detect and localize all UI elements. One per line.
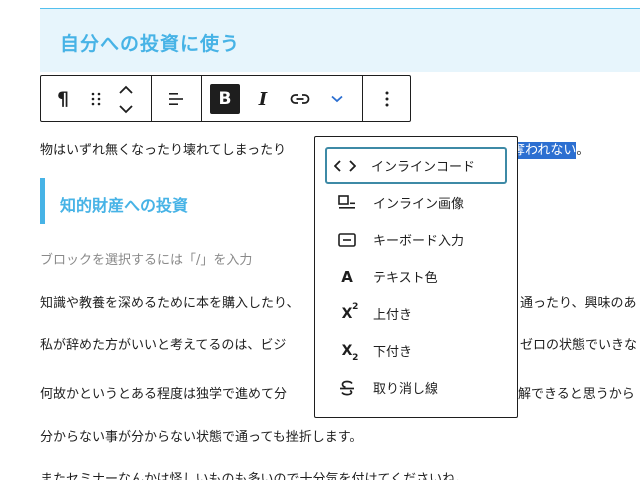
subscript-glyph: X <box>341 342 353 359</box>
block-toolbar: ¶ B I <box>40 75 411 122</box>
italic-label: I <box>258 88 268 110</box>
toolbar-separator <box>201 76 202 121</box>
menu-item-superscript[interactable]: X2 上付き <box>327 295 507 332</box>
superscript-glyph: X <box>341 305 353 322</box>
paragraph-text: 知識や教養を深めるために本を購入したり、 <box>40 296 300 311</box>
paragraph-text-continued: ゼロの状態でいきな <box>520 338 638 353</box>
paragraph-block[interactable]: 物はいずれ無くなったり壊れてしまったり <box>40 139 286 158</box>
paragraph-block[interactable]: 何故かというとある程度は独学で進めて分 解できると思うから <box>40 383 635 402</box>
paragraph-block[interactable]: 私が辞めた方がいいと考えてるのは、ビジ ゼロの状態でいきな <box>40 334 637 353</box>
paragraph-block[interactable]: 分からない事が分からない状態で通っても挫折します。 <box>40 426 362 445</box>
paragraph-block[interactable]: 知識や教養を深めるために本を購入したり、 通ったり、興味のあ <box>40 292 636 311</box>
more-formats-dropdown: インラインコード インライン画像 キーボード入力 A テキスト色 X2 上付き … <box>314 136 518 418</box>
text-color-icon: A <box>335 265 359 289</box>
link-icon[interactable] <box>285 84 315 114</box>
heading2-block[interactable]: 自分への投資に使う <box>40 8 640 72</box>
menu-item-label: 下付き <box>373 345 413 360</box>
more-formats-chevron-down-icon[interactable] <box>323 84 351 114</box>
menu-item-label: インラインコード <box>371 160 476 175</box>
toolbar-separator <box>151 76 152 121</box>
bold-label: B <box>218 89 232 109</box>
paragraph-text: 物はいずれ無くなったり壊れてしまったり <box>40 143 287 158</box>
paragraph-text-continued: 通ったり、興味のあ <box>520 296 637 311</box>
paragraph-selected-tail[interactable]: 奪われない。 <box>512 139 590 159</box>
move-down-icon[interactable] <box>115 100 137 118</box>
paragraph-text-continued: 解できると思うから <box>518 387 635 402</box>
text-color-glyph: A <box>341 267 353 286</box>
drag-handle-icon[interactable] <box>85 86 107 112</box>
menu-item-label: 上付き <box>373 308 413 323</box>
toolbar-separator <box>362 76 363 121</box>
paragraph-punctuation: 。 <box>576 143 590 158</box>
paragraph-glyph: ¶ <box>56 88 70 110</box>
selected-text[interactable]: 奪われない <box>512 142 577 159</box>
paragraph-text: 私が辞めた方がいいと考えてるのは、ビジ <box>40 338 287 353</box>
options-vertical-dots-icon[interactable] <box>373 84 401 114</box>
menu-item-subscript[interactable]: X2 下付き <box>327 332 507 369</box>
inline-image-icon <box>335 191 359 215</box>
heading3-text[interactable]: 知的財産への投資 <box>60 192 188 216</box>
paragraph-text: 分からない事が分からない状態で通っても挫折します。 <box>40 430 363 445</box>
menu-item-text-color[interactable]: A テキスト色 <box>327 258 507 295</box>
menu-item-label: テキスト色 <box>373 271 438 286</box>
menu-item-strikethrough[interactable]: 取り消し線 <box>327 369 507 406</box>
menu-item-label: 取り消し線 <box>373 382 439 397</box>
menu-item-inline-image[interactable]: インライン画像 <box>327 184 507 221</box>
strikethrough-icon <box>335 376 359 400</box>
heading2-text[interactable]: 自分への投資に使う <box>60 29 240 56</box>
empty-block-placeholder[interactable]: ブロックを選択するには「/」を入力 <box>40 249 252 268</box>
align-left-icon[interactable] <box>163 86 189 112</box>
menu-item-label: キーボード入力 <box>373 234 465 249</box>
paragraph-block-icon[interactable]: ¶ <box>49 84 77 114</box>
menu-item-label: インライン画像 <box>373 197 465 212</box>
keyboard-icon <box>335 228 359 252</box>
heading3-block[interactable]: 知的財産への投資 <box>40 178 188 224</box>
paragraph-text: またセミナーなんかは怪しいものも多いので十分気を付けてくださいね。 <box>40 472 469 480</box>
subscript-index: 2 <box>352 352 359 363</box>
menu-item-inline-code[interactable]: インラインコード <box>325 147 507 184</box>
italic-button[interactable]: I <box>248 84 278 114</box>
move-up-icon[interactable] <box>115 80 137 98</box>
subscript-icon: X2 <box>335 339 359 363</box>
paragraph-block[interactable]: またセミナーなんかは怪しいものも多いので十分気を付けてくださいね。 <box>40 468 468 480</box>
superscript-icon: X2 <box>335 302 359 326</box>
superscript-index: 2 <box>352 301 359 312</box>
bold-button[interactable]: B <box>210 84 240 114</box>
menu-item-keyboard-input[interactable]: キーボード入力 <box>327 221 507 258</box>
code-icon <box>333 154 357 178</box>
paragraph-text: 何故かというとある程度は独学で進めて分 <box>40 387 288 402</box>
